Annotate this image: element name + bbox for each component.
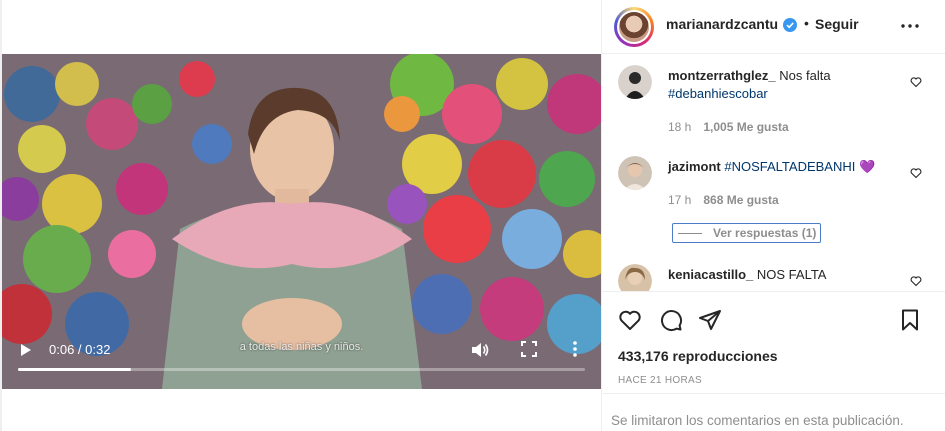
fullscreen-icon[interactable] <box>520 340 538 358</box>
comments-limited-notice: Se limitaron los comentarios en esta pub… <box>611 413 904 428</box>
like-comment-heart-icon[interactable] <box>910 76 922 88</box>
post-header: marianardzcantu • Seguir <box>602 0 945 54</box>
share-send-icon[interactable] <box>698 308 722 332</box>
video-player[interactable]: a todas las niñas y niños. 0:06 / 0:32 <box>2 54 601 389</box>
header-separator: • <box>804 15 809 31</box>
comments-list[interactable]: montzerrathglez_ Nos falta #debanhiescob… <box>602 55 945 292</box>
comment-time: 17 h <box>668 193 692 207</box>
save-bookmark-icon[interactable] <box>898 308 922 332</box>
follow-button[interactable]: Seguir <box>815 16 859 32</box>
comment-bubble-icon[interactable] <box>659 308 683 332</box>
like-comment-heart-icon[interactable] <box>910 167 922 179</box>
comment-time: 18 h <box>668 120 692 134</box>
author-username[interactable]: marianardzcantu <box>666 16 778 32</box>
comment-likes[interactable]: 868 Me gusta <box>703 193 778 207</box>
commenter-avatar[interactable] <box>618 156 652 190</box>
verified-badge-icon <box>783 18 797 32</box>
comment-username[interactable]: jazimont <box>668 159 721 174</box>
comment-text: NOS FALTA <box>753 267 827 282</box>
video-time: 0:06 / 0:32 <box>49 342 111 357</box>
volume-icon[interactable] <box>470 340 490 360</box>
comment-meta: 17 h 868 Me gusta <box>668 193 779 207</box>
post-side-panel: marianardzcantu • Seguir montzerrathglez… <box>601 0 945 431</box>
like-comment-heart-icon[interactable] <box>910 275 922 287</box>
view-replies-button[interactable]: Ver respuestas (1) <box>672 223 821 243</box>
commenter-avatar[interactable] <box>618 264 652 292</box>
comment-hashtag[interactable]: #NOSFALTADEBANHI <box>724 159 855 174</box>
commenter-avatar[interactable] <box>618 65 652 99</box>
comment-meta: 18 h 1,005 Me gusta <box>668 120 789 134</box>
play-icon[interactable] <box>18 342 34 358</box>
more-vertical-icon[interactable] <box>567 339 583 359</box>
purple-heart-emoji: 💜 <box>858 159 876 174</box>
replies-line <box>678 233 702 234</box>
view-replies-label: Ver respuestas (1) <box>713 226 817 240</box>
video-controls: 0:06 / 0:32 <box>2 329 601 389</box>
video-progress-bar[interactable] <box>18 368 585 371</box>
post-actions-bar <box>602 300 945 340</box>
post-timestamp: HACE 21 HORAS <box>618 375 702 386</box>
comment-username[interactable]: keniacastillo_ <box>668 267 753 282</box>
more-options-icon[interactable] <box>900 16 920 36</box>
comment-likes[interactable]: 1,005 Me gusta <box>703 120 788 134</box>
author-avatar-image <box>619 12 649 42</box>
comment-text: Nos falta <box>775 68 831 83</box>
like-heart-icon[interactable] <box>618 308 642 332</box>
video-progress-fill <box>18 368 132 371</box>
comment-box-area: Se limitaron los comentarios en esta pub… <box>602 393 945 431</box>
author-avatar[interactable] <box>614 7 654 47</box>
view-count[interactable]: 433,176 reproducciones <box>618 348 778 364</box>
comment-username[interactable]: montzerrathglez_ <box>668 68 776 83</box>
instagram-post-window: a todas las niñas y niños. 0:06 / 0:32 m… <box>0 0 945 431</box>
comment-hashtag[interactable]: #debanhiescobar <box>668 86 768 101</box>
